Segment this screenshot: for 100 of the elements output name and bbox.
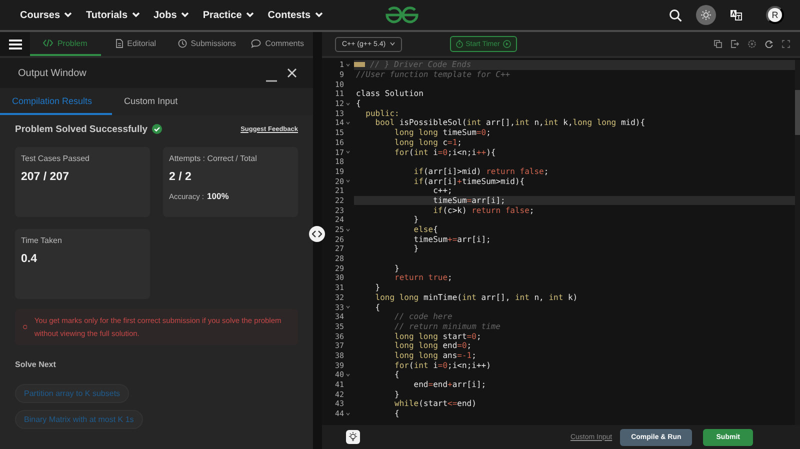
chevron-down-icon [180,12,189,18]
code-line: long long start=0; [394,332,482,341]
chevron-down-icon [246,12,254,18]
code-line: for(int i=0;i<n;i++) [394,360,491,370]
nav-menu-item[interactable]: Contests [268,10,323,20]
stat-detail-value: 100% [207,191,229,201]
code-line: // code here [394,312,452,322]
panel-title: Output Window [18,68,88,78]
code-line: return true; [394,273,452,282]
close-icon [287,68,297,78]
code-line: end=end+arr[i]; [412,380,486,390]
code-line: else{ [412,225,438,234]
code-line: long long end=0; [394,341,472,350]
export-icon [731,40,739,48]
fold-toggle-icon[interactable] [346,120,350,125]
code-line: { [394,370,400,380]
document-icon [116,38,124,48]
code-line: } [394,264,400,273]
code-line: c++; [432,186,452,196]
problem-tab[interactable]: Editorial [100,32,172,56]
info-icon [23,324,28,330]
fold-toggle-icon[interactable] [346,305,350,310]
code-line: if(arr[i]>mid) return false; [412,166,549,176]
code-line: for(int i=0;i<n;i++){ [394,148,496,157]
stat-label: Test Cases Passed [21,154,90,163]
code-line: { [374,302,380,312]
code-line: } [394,390,400,399]
check-circle-icon [152,124,162,134]
stat-value: 2 / 2 [169,171,192,183]
fold-toggle-icon[interactable] [346,372,350,377]
fold-toggle-icon[interactable] [346,412,350,416]
code-line: // return minimum time [394,322,500,331]
problem-tab[interactable]: Problem [30,32,101,56]
code-line: { [355,99,361,108]
hint-button[interactable] [346,430,360,444]
code-line: timeSum=arr[i]; [432,196,506,205]
settings-button[interactable] [748,40,756,48]
code-line: long long minTime(int arr[], int n, int k) [374,292,578,302]
chevron-down-icon [64,12,72,18]
code-line: class Solution [355,89,424,98]
stat-value: 0.4 [21,253,38,265]
expand-icon [782,40,790,48]
menu-button[interactable] [0,32,30,56]
fold-toggle-icon[interactable] [346,150,350,154]
fold-toggle-icon[interactable] [346,62,350,67]
theme-toggle-button[interactable] [696,5,716,25]
caret-icon [390,42,395,46]
code-line: bool isPossibleSol(int arr[],int n,int k,long long mid){ [375,118,646,128]
problem-tab[interactable]: Submissions [172,32,242,56]
menu-icon [8,38,22,50]
stat-label: Time Taken [21,236,63,245]
minimize-button[interactable] [266,80,277,82]
nav-menu-item[interactable]: Jobs [154,10,189,20]
nav-menu-item[interactable]: Tutorials [86,10,140,20]
export-button[interactable] [731,40,739,48]
fold-toggle-icon[interactable] [346,228,350,232]
refresh-icon [765,40,773,48]
logo-icon[interactable] [384,5,420,25]
output-tab[interactable]: Custom Input [112,88,190,115]
clock-icon [178,38,187,48]
chevron-down-icon [132,12,140,18]
problem-tab[interactable]: Comments [242,32,313,56]
double-arrow-icon [312,230,322,238]
search-icon [669,8,682,22]
code-line: long long c=1; [394,138,462,147]
scrollbar[interactable] [795,60,800,425]
code-line: if(c>k) return false; [432,206,534,215]
reset-button[interactable] [765,40,773,48]
nav-menu-item[interactable]: Courses [20,10,72,20]
code-line: //User function template for C++ [355,70,510,80]
settings-icon [748,40,756,48]
speech-bubble-icon [251,38,262,48]
output-tab[interactable]: Compilation Results [0,88,112,115]
nav-menu-item[interactable]: Practice [202,10,254,20]
play-circle-icon [502,40,511,48]
code-line: public: [364,108,400,118]
translate-button[interactable] [730,9,742,21]
translate-icon [730,9,742,21]
stat-value: 207 / 207 [21,171,70,183]
fullscreen-button[interactable] [782,40,790,48]
code-icon [43,39,54,47]
fold-toggle-icon[interactable] [346,179,350,184]
fold-toggle-icon[interactable] [346,102,350,106]
code-line: long long timeSum=0; [394,128,491,138]
stat-label: Attempts : Correct / Total [169,154,258,163]
search-button[interactable] [669,8,682,22]
code-line: } [412,215,419,224]
avatar-button[interactable]: R [766,6,784,24]
code-line: } [412,244,419,254]
code-line: long long ans=-1; [394,350,476,360]
copy-icon [714,40,722,48]
copy-button[interactable] [714,40,722,48]
minimize-icon [266,80,277,82]
chevron-down-icon [314,12,323,18]
code-line: timeSum+=arr[i]; [412,234,491,244]
code-line: // } Driver Code Ends [369,60,472,70]
folded-code-marker[interactable] [354,62,365,68]
lightbulb-icon [348,432,358,442]
close-button[interactable] [287,68,297,78]
sun-icon [701,10,711,20]
